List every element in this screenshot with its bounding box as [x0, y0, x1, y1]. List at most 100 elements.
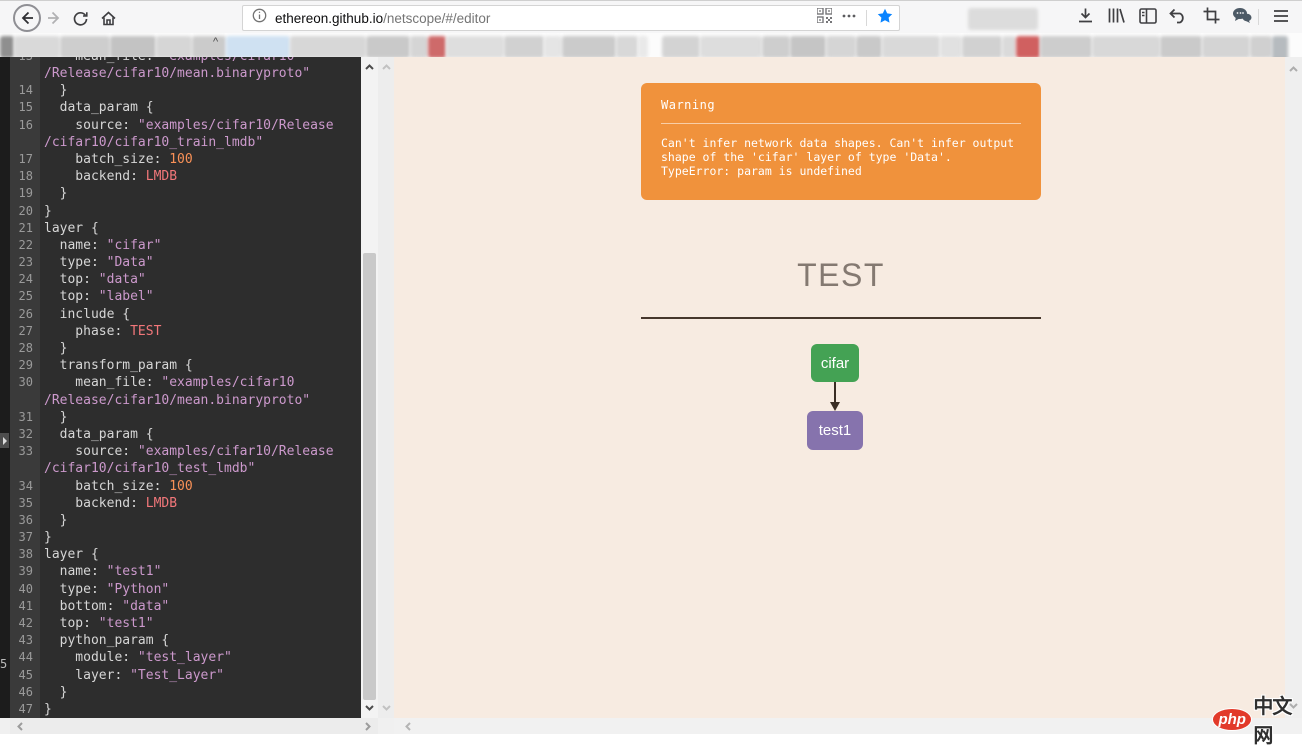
line-number: 27 — [18, 323, 33, 338]
url-text: ethereon.github.io/netscope/#/editor — [275, 11, 490, 26]
bookmark-star-icon[interactable] — [877, 8, 893, 29]
line-number: 28 — [18, 341, 33, 355]
home-button[interactable] — [94, 4, 122, 32]
code-line: 22 name: "cifar" — [10, 237, 361, 254]
download-icon — [1077, 7, 1094, 29]
code-text: } — [44, 186, 68, 202]
line-number: 38 — [18, 547, 33, 562]
redacted-bookmark-block — [762, 36, 790, 58]
scrollbar-thumb[interactable] — [363, 253, 376, 700]
redacted-bookmark-block — [60, 36, 110, 58]
panel-expand-handle[interactable] — [0, 433, 9, 448]
line-number: 39 — [18, 564, 33, 579]
redacted-bookmark-block — [428, 36, 446, 58]
scroll-down-button[interactable] — [378, 700, 394, 716]
line-number: 34 — [18, 478, 33, 493]
code-line: 38 layer { — [10, 546, 361, 563]
home-icon — [100, 10, 117, 27]
line-number: 41 — [18, 598, 33, 613]
code-line: 43 python_param { — [10, 632, 361, 649]
redacted-bookmark-block — [882, 36, 940, 58]
code-text: source: "examples/cifar10/Release — [44, 444, 334, 460]
library-button[interactable] — [1101, 4, 1131, 32]
code-text: } — [44, 701, 52, 717]
qr-code-icon[interactable] — [816, 7, 833, 28]
title-divider — [641, 317, 1041, 319]
redacted-bookmark-block — [504, 36, 544, 58]
code-line: 36 } — [10, 512, 361, 529]
page-vertical-scrollbar[interactable] — [1285, 57, 1302, 718]
edge-line — [834, 382, 836, 402]
chat-bubble-icon — [1232, 7, 1252, 29]
warning-title: Warning — [661, 98, 716, 112]
menu-button[interactable] — [1266, 4, 1296, 32]
code-line: 39 name: "test1" — [10, 563, 361, 580]
code-text: module: "test_layer" — [44, 650, 232, 666]
warning-message-line: Can't infer network data shapes. Can't i… — [661, 136, 1015, 150]
sidebar-button[interactable] — [1133, 4, 1163, 32]
scroll-up-button[interactable] — [378, 59, 394, 75]
page-actions-dots-icon[interactable] — [842, 9, 856, 28]
panel-horizontal-scrollbar[interactable] — [394, 718, 1302, 734]
redacted-bookmark-block — [192, 36, 226, 58]
scroll-up-button[interactable] — [1285, 61, 1302, 77]
code-line: 29 transform_param { — [10, 357, 361, 374]
split-pane-scrollbar[interactable] — [378, 57, 394, 718]
redacted-bookmark-block — [1160, 36, 1202, 58]
line-number: 35 — [18, 495, 33, 510]
redacted-bookmark-block — [616, 36, 638, 58]
graph-node-cifar[interactable]: cifar — [811, 344, 859, 382]
code-line: 44 module: "test_layer" — [10, 649, 361, 666]
warning-message-line: shape of the 'cifar' layer of type 'Data… — [661, 150, 952, 164]
scroll-down-button[interactable] — [361, 700, 378, 716]
code-line: 15 data_param { — [10, 99, 361, 116]
code-line: 19 } — [10, 185, 361, 202]
code-text: } — [44, 83, 68, 99]
prototxt-code-editor[interactable]: 13 mean_file: "examples/cifar10/Release/… — [10, 57, 361, 718]
line-number: 43 — [18, 633, 33, 648]
warning-message-line: TypeError: param is undefined — [661, 164, 862, 178]
back-button[interactable] — [13, 4, 41, 32]
code-line: 27 phase: TEST — [10, 323, 361, 340]
scroll-left-button[interactable] — [12, 718, 28, 734]
undo-button[interactable] — [1163, 4, 1193, 32]
code-text: python_param { — [44, 633, 170, 649]
editor-vertical-scrollbar[interactable] — [361, 57, 378, 718]
download-button[interactable] — [1070, 4, 1100, 32]
line-number: 37 — [18, 530, 33, 545]
arrowhead-icon — [830, 402, 840, 411]
chat-button[interactable] — [1227, 4, 1257, 32]
code-text: mean_file: "examples/cifar10 — [44, 375, 295, 391]
code-line: 20} — [10, 203, 361, 220]
scroll-up-button[interactable] — [361, 59, 378, 75]
stray-line-number: 5 — [0, 657, 8, 671]
code-text: } — [44, 512, 68, 528]
line-number: 14 — [18, 83, 33, 98]
address-bar[interactable]: ethereon.github.io/netscope/#/editor — [242, 5, 900, 31]
line-number: 31 — [18, 409, 33, 424]
reload-icon — [72, 10, 89, 27]
code-line: 30 mean_file: "examples/cifar10 — [10, 374, 361, 391]
crop-button[interactable] — [1196, 4, 1226, 32]
forward-button[interactable] — [40, 4, 68, 32]
line-number: 23 — [18, 255, 33, 270]
code-line: 46 } — [10, 684, 361, 701]
redacted-bookmark-block — [1250, 36, 1272, 58]
code-text: /cifar10/cifar10_train_lmdb" — [44, 134, 264, 150]
scroll-right-button[interactable] — [360, 718, 376, 734]
reload-button[interactable] — [66, 4, 94, 32]
code-line: 24 top: "data" — [10, 271, 361, 288]
code-line: 41 bottom: "data" — [10, 598, 361, 615]
graph-node-test1[interactable]: test1 — [807, 411, 863, 450]
code-line: 40 type: "Python" — [10, 581, 361, 598]
expand-arrow-icon — [2, 436, 7, 445]
code-line: 37} — [10, 529, 361, 546]
page-info-icon[interactable] — [252, 8, 267, 28]
scroll-left-button[interactable] — [400, 718, 416, 734]
php-logo-badge: php — [1212, 707, 1253, 731]
code-text: /Release/cifar10/mean.binaryproto" — [44, 392, 311, 408]
line-number: 19 — [18, 186, 33, 201]
editor-horizontal-scrollbar[interactable] — [10, 718, 378, 734]
watermark-text: 中文网 — [1253, 696, 1292, 747]
redacted-bookmark-block — [1016, 36, 1040, 58]
